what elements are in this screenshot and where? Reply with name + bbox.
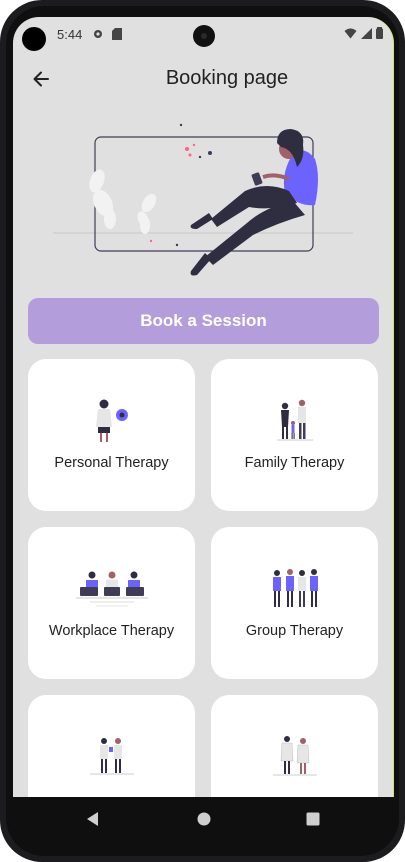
hero-illustration	[53, 123, 353, 276]
camera-icon	[193, 25, 215, 47]
app-bar: Booking page	[13, 61, 393, 97]
nav-recents-button[interactable]	[305, 811, 321, 832]
front-sensor	[22, 27, 46, 51]
status-bar: 5:44	[13, 17, 393, 53]
family-therapy-illustration	[276, 399, 313, 441]
card-label: Workplace Therapy	[48, 623, 175, 639]
nav-home-button[interactable]	[196, 811, 212, 832]
system-icons	[344, 27, 383, 39]
card-workplace-therapy[interactable]: Workplace Therapy	[28, 527, 195, 679]
wifi-icon	[344, 28, 357, 38]
card-label: Personal Therapy	[54, 455, 169, 471]
card-category-5[interactable]	[28, 695, 195, 797]
doctors-illustration	[272, 736, 317, 776]
card-family-therapy[interactable]: Family Therapy	[211, 359, 378, 511]
card-group-therapy[interactable]: Group Therapy	[211, 527, 378, 679]
workplace-therapy-illustration	[75, 571, 148, 607]
app-screen: 5:44 Booking page Book a Session Persona…	[13, 17, 394, 797]
system-nav-bar	[0, 797, 405, 843]
group-therapy-illustration	[272, 569, 318, 607]
gear-icon	[92, 28, 104, 43]
personal-therapy-illustration	[95, 399, 128, 442]
book-session-button[interactable]: Book a Session	[28, 298, 379, 344]
back-triangle-icon	[87, 812, 98, 826]
card-label: Group Therapy	[245, 623, 344, 639]
nav-back-button[interactable]	[85, 811, 99, 832]
consultation-illustration	[89, 738, 134, 775]
card-personal-therapy[interactable]: Personal Therapy	[28, 359, 195, 511]
battery-icon	[376, 27, 383, 39]
recents-square-icon	[306, 812, 320, 826]
card-label: Family Therapy	[244, 455, 345, 471]
card-category-6[interactable]	[211, 695, 378, 797]
signal-icon	[361, 27, 372, 39]
page-title: Booking page	[165, 67, 289, 89]
sd-card-icon	[112, 28, 122, 43]
home-circle-icon	[197, 812, 211, 826]
status-time: 5:44	[57, 27, 83, 42]
